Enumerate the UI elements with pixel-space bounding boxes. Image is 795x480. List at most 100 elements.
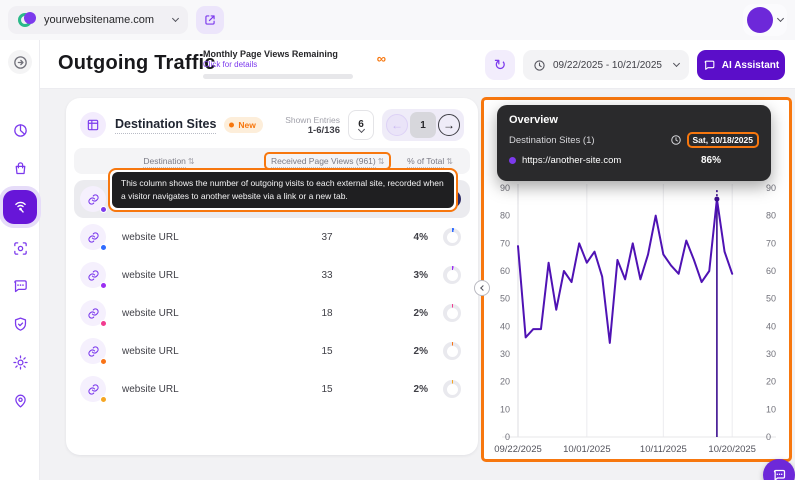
chart-hover-overview: Overview Destination Sites (1) Sat, 10/1…: [497, 105, 771, 181]
page-title: Outgoing Traffic: [58, 52, 216, 75]
prev-page-button[interactable]: ←: [386, 114, 408, 136]
table-row[interactable]: website URL152%: [74, 332, 470, 370]
svg-text:90: 90: [766, 183, 776, 193]
link-icon: [80, 186, 106, 212]
open-site-button[interactable]: [196, 6, 224, 34]
overview-title: Overview: [509, 114, 759, 126]
column-destination[interactable]: Destination⇅: [74, 156, 264, 166]
sidebar-item-tracking[interactable]: [8, 236, 32, 260]
quota-progress-bar: [203, 74, 353, 79]
quota-details-link[interactable]: Click for details: [203, 60, 368, 69]
svg-text:70: 70: [500, 238, 510, 248]
panel-collapse-handle[interactable]: [474, 280, 490, 296]
svg-text:60: 60: [766, 266, 776, 276]
link-icon: [80, 338, 106, 364]
svg-text:10: 10: [766, 404, 776, 414]
page-number[interactable]: 1: [410, 112, 436, 138]
views-cell: 33: [264, 270, 390, 281]
sidebar-item-toggle[interactable]: [8, 50, 32, 74]
sidebar-item-outgoing-traffic[interactable]: [3, 190, 37, 224]
table-row[interactable]: website URL333%: [74, 256, 470, 294]
page-size-select[interactable]: 6: [348, 110, 374, 140]
sidebar-item-analytics[interactable]: [8, 118, 32, 142]
views-cell: 18: [264, 308, 390, 319]
site-color-dot: [100, 320, 107, 327]
table-row[interactable]: website URL374%: [74, 218, 470, 256]
app-logo: [18, 11, 36, 29]
next-page-button[interactable]: →: [438, 114, 460, 136]
percent-donut: [443, 342, 461, 360]
sidebar-item-security[interactable]: [8, 312, 32, 336]
sort-icon: ⇅: [378, 157, 385, 166]
link-icon: [80, 376, 106, 402]
shown-entries-value: 1-6/136: [285, 125, 340, 136]
overview-subtitle: Destination Sites (1): [509, 135, 595, 146]
clock-icon: [670, 134, 682, 146]
map-pin-icon: [12, 392, 29, 409]
svg-text:60: 60: [500, 266, 510, 276]
new-badge: New: [224, 117, 262, 133]
svg-text:10/20/2025: 10/20/2025: [708, 444, 756, 455]
quota-title: Monthly Page Views Remaining: [203, 49, 368, 59]
chevron-left-icon: [480, 285, 486, 291]
avatar: [747, 7, 773, 33]
svg-text:50: 50: [500, 294, 510, 304]
percent-donut: [443, 228, 461, 246]
destination-cell: website URL: [114, 384, 264, 395]
radar-icon: [11, 198, 30, 217]
page-header: Outgoing Traffic Monthly Page Views Rema…: [40, 40, 795, 89]
sort-icon: ⇅: [446, 157, 453, 166]
website-selector[interactable]: yourwebsitename.com: [8, 6, 188, 34]
date-range-picker[interactable]: 09/22/2025 - 10/21/2025: [523, 50, 689, 80]
svg-text:20: 20: [500, 377, 510, 387]
percent-donut: [443, 266, 461, 284]
destination-cell: website URL: [114, 346, 264, 357]
ai-assistant-button[interactable]: AI Assistant: [697, 50, 785, 80]
destination-sites-card: Destination Sites New Shown Entries 1-6/…: [66, 98, 478, 455]
column-percent-of-total[interactable]: % of Total⇅: [390, 156, 470, 166]
overview-site: https://another-site.com: [509, 155, 621, 166]
sidebar: [0, 40, 40, 480]
site-color-dot: [100, 396, 107, 403]
refresh-icon: ↻: [494, 56, 507, 74]
user-menu[interactable]: [743, 4, 787, 36]
svg-text:09/22/2025: 09/22/2025: [494, 444, 542, 455]
svg-text:0: 0: [766, 432, 771, 442]
refresh-button[interactable]: ↻: [485, 50, 515, 80]
chat-icon: [772, 468, 787, 480]
shield-icon: [12, 316, 29, 333]
sidebar-item-settings[interactable]: [8, 350, 32, 374]
column-tooltip-text: This column shows the number of outgoing…: [112, 172, 454, 208]
sidebar-item-messages[interactable]: [8, 274, 32, 298]
site-color-dot: [100, 282, 107, 289]
website-name: yourwebsitename.com: [44, 14, 165, 26]
chevron-down-icon: [673, 60, 680, 67]
sort-icon: ⇅: [188, 157, 195, 166]
percent-donut: [443, 380, 461, 398]
ai-assistant-label: AI Assistant: [722, 60, 779, 71]
percent-cell: 3%: [390, 270, 434, 281]
svg-text:80: 80: [500, 211, 510, 221]
svg-text:10/11/2025: 10/11/2025: [640, 444, 687, 455]
site-color-dot: [100, 244, 107, 251]
percent-cell: 2%: [390, 308, 434, 319]
sidebar-item-location[interactable]: [8, 388, 32, 412]
svg-text:10: 10: [500, 404, 510, 414]
link-icon: [80, 224, 106, 250]
table-row[interactable]: website URL182%: [74, 294, 470, 332]
svg-text:30: 30: [766, 349, 776, 359]
pie-chart-icon: [12, 122, 29, 139]
overview-value: 86%: [701, 155, 721, 166]
chat-fab[interactable]: [763, 459, 795, 480]
svg-text:10/01/2025: 10/01/2025: [563, 444, 611, 455]
sidebar-item-ecommerce[interactable]: [8, 156, 32, 180]
site-color-dot: [100, 358, 107, 365]
svg-text:40: 40: [766, 321, 776, 331]
table-body: website URL58160%website URL374%website …: [74, 180, 470, 408]
chart-panel: 09/22/2025 10/01/2025 10/11/2025 10/20/2025…: [481, 97, 792, 462]
svg-text:90: 90: [500, 183, 510, 193]
svg-text:70: 70: [766, 238, 776, 248]
table-row[interactable]: website URL152%: [74, 370, 470, 408]
clock-icon: [533, 59, 546, 72]
link-icon: [80, 262, 106, 288]
